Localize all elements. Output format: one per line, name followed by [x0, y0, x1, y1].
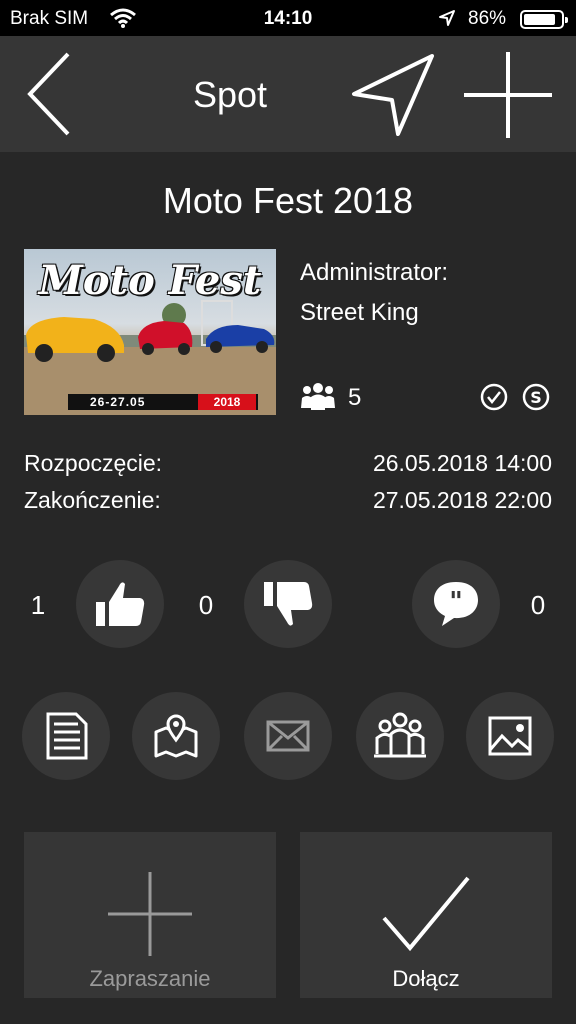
- likes-count: 1: [30, 590, 46, 620]
- image-icon: [488, 716, 532, 756]
- thumbs-down-icon: [264, 582, 313, 626]
- page-title: Spot: [192, 74, 268, 115]
- back-chevron-icon[interactable]: [22, 50, 78, 138]
- event-title: Moto Fest 2018: [162, 180, 414, 221]
- end-value: 27.05.2018 22:00: [372, 487, 552, 513]
- document-icon: [46, 712, 88, 760]
- status-bar: Brak SIM 14:10 86%: [0, 0, 576, 36]
- battery-nub: [565, 17, 568, 23]
- message-button[interactable]: [244, 692, 332, 780]
- svg-text:": ": [449, 587, 463, 617]
- battery-icon: [520, 10, 568, 29]
- end-label: Zakończenie:: [24, 487, 161, 513]
- nav-bar: Spot: [0, 36, 576, 152]
- group-icon: [374, 712, 426, 758]
- battery-percent: 86%: [468, 8, 507, 29]
- verified-check-icon: [480, 383, 508, 411]
- members-icon: [301, 383, 335, 410]
- like-button[interactable]: [76, 560, 164, 648]
- start-value: 26.05.2018 14:00: [372, 450, 552, 476]
- event-image-date-strip: 26-27.05 2018: [68, 394, 258, 410]
- envelope-icon: [266, 720, 310, 752]
- event-image-year: 2018: [198, 394, 256, 410]
- event-image-title: Moto Fest: [38, 257, 262, 304]
- location-arrow-icon[interactable]: [348, 50, 438, 140]
- invite-label: Zapraszanie: [89, 966, 211, 991]
- event-image-dates: 26-27.05: [90, 395, 146, 409]
- event-image[interactable]: Moto Fest 26-27.05 2018: [24, 249, 276, 415]
- invite-plus-icon: [108, 872, 192, 956]
- join-check-icon: [382, 876, 470, 952]
- map-button[interactable]: [132, 692, 220, 780]
- thumbs-up-icon: [96, 582, 145, 626]
- battery-fill: [524, 14, 555, 25]
- gallery-button[interactable]: [466, 692, 554, 780]
- participants-button[interactable]: [356, 692, 444, 780]
- map-pin-icon: [154, 714, 198, 758]
- start-label: Rozpoczęcie:: [24, 450, 163, 476]
- join-label: Dołącz: [392, 966, 460, 991]
- location-services-icon: [439, 10, 455, 26]
- dislike-button[interactable]: [244, 560, 332, 648]
- svg-text:S: S: [530, 388, 542, 407]
- admin-label: Administrator:: [300, 259, 449, 286]
- details-button[interactable]: [22, 692, 110, 780]
- dislikes-count: 0: [198, 590, 214, 620]
- coin-icon: S: [522, 383, 550, 411]
- plus-icon[interactable]: [462, 50, 554, 140]
- admin-name[interactable]: Street King: [300, 299, 419, 327]
- comment-button[interactable]: ": [412, 560, 500, 648]
- members-count: 5: [348, 384, 362, 411]
- comment-icon: ": [434, 582, 478, 626]
- comments-count: 0: [530, 590, 546, 620]
